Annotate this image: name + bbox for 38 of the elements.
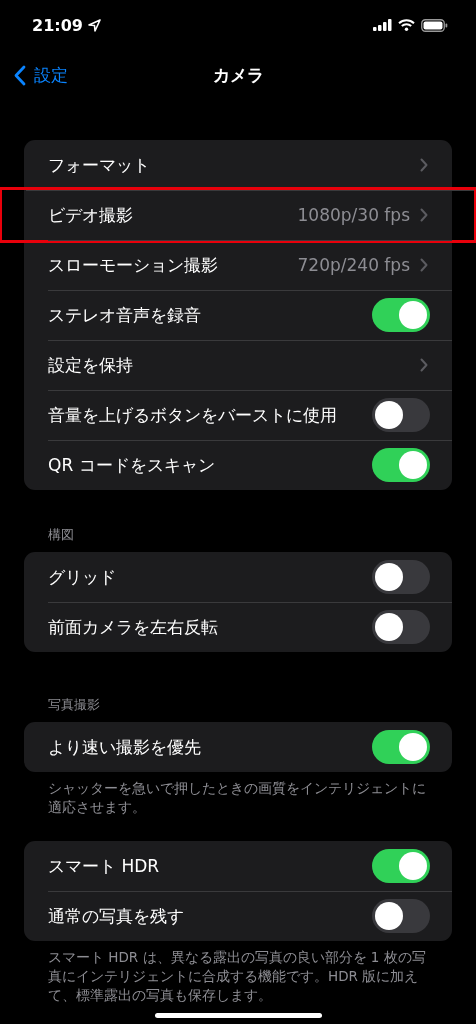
status-time: 21:09 [32, 15, 83, 35]
setting-label[interactable]: 設定を保持 [48, 353, 420, 377]
battery-icon [421, 18, 448, 32]
signal-icon [373, 19, 392, 31]
chevron-icon [420, 258, 428, 272]
setting-value: 720p/240 fps [297, 255, 410, 275]
section-footer: スマート HDR は、異なる露出の写真の良い部分を 1 枚の写真にインテリジェントに合成する機能です。HDR 版に加えて、標準露出の写真も保存します。 [0, 948, 476, 1005]
toggle-switch[interactable] [372, 849, 430, 883]
chevron-icon [420, 208, 428, 222]
setting-label[interactable]: 前面カメラを左右反転 [48, 615, 372, 639]
setting-label[interactable]: ステレオ音声を録音 [48, 303, 372, 327]
section-header: 構図 [47, 526, 75, 544]
section-footer: シャッターを急いで押したときの画質をインテリジェントに適応させます。 [0, 779, 476, 817]
setting-label[interactable]: ビデオ撮影 [48, 203, 298, 227]
setting-label[interactable]: 通常の写真を残す [48, 904, 372, 928]
screen-title: カメラ [212, 63, 264, 87]
wifi-icon [398, 19, 415, 31]
setting-label[interactable]: 音量を上げるボタンをバーストに使用 [48, 403, 372, 427]
location-arrow-icon [87, 18, 101, 32]
toggle-switch[interactable] [372, 448, 430, 482]
setting-label[interactable]: スローモーション撮影 [48, 253, 298, 277]
section-header: 写真撮影 [47, 696, 101, 714]
chevron-icon [420, 158, 428, 172]
back-chevron-icon [14, 64, 26, 86]
setting-label[interactable]: グリッド [48, 565, 372, 589]
setting-label[interactable]: フォーマット [48, 153, 420, 177]
back-button[interactable]: 設定 [14, 50, 68, 100]
setting-label[interactable]: より速い撮影を優先 [48, 735, 372, 759]
setting-value: 1080p/30 fps [297, 205, 410, 225]
toggle-switch[interactable] [372, 398, 430, 432]
toggle-switch[interactable] [372, 298, 430, 332]
toggle-switch[interactable] [372, 610, 430, 644]
toggle-switch[interactable] [372, 730, 430, 764]
chevron-icon [420, 358, 428, 372]
setting-label[interactable]: QR コードをスキャン [48, 453, 372, 477]
toggle-switch[interactable] [372, 899, 430, 933]
setting-label[interactable]: スマート HDR [48, 854, 372, 878]
toggle-switch[interactable] [372, 560, 430, 594]
